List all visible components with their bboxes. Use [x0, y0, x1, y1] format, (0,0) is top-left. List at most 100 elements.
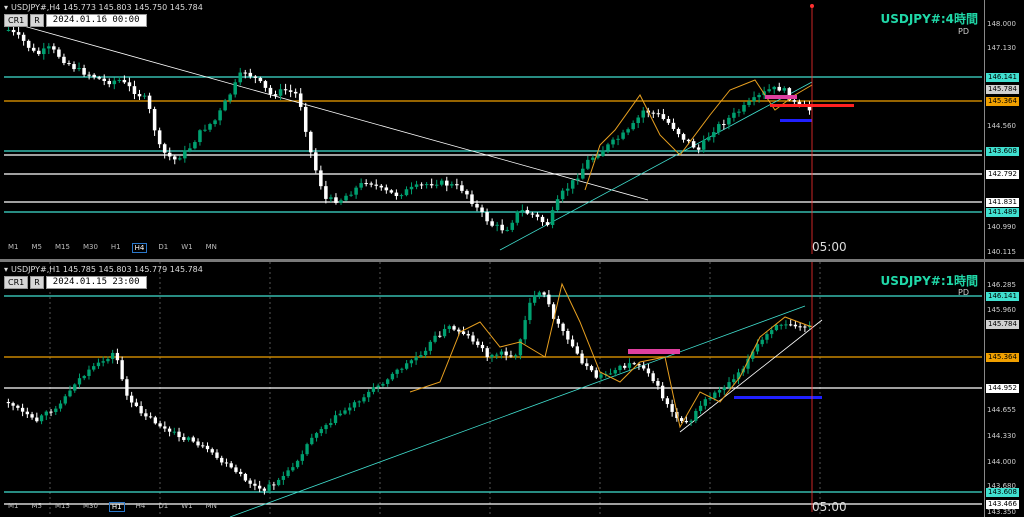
candle-body	[542, 292, 546, 295]
candle-body	[167, 428, 172, 432]
candle-body	[20, 407, 25, 412]
candle-body	[122, 79, 127, 83]
candle-body	[460, 185, 464, 191]
timeframe-m30[interactable]: M30	[81, 502, 100, 512]
candle-body	[273, 94, 278, 96]
timeframe-m1[interactable]: M1	[6, 243, 21, 253]
h1-subtitle: PD	[958, 288, 969, 297]
candle-body	[239, 471, 243, 474]
candle-body	[601, 150, 605, 156]
h1-date-field[interactable]: 2024.01.15 23:00	[45, 276, 147, 289]
candle-body	[243, 72, 248, 74]
timeframe-d1[interactable]: D1	[156, 502, 170, 512]
timeframe-h1[interactable]: H1	[109, 243, 123, 253]
candle-body	[566, 331, 570, 340]
candle-body	[257, 485, 262, 489]
candle-body	[395, 369, 399, 374]
timeframe-h4[interactable]: H4	[134, 502, 148, 512]
collapse-triangle-icon[interactable]: ▾	[4, 3, 8, 12]
candle-body	[253, 483, 257, 486]
candle-body	[671, 122, 676, 129]
candle-body	[621, 132, 625, 139]
h1-chart-panel[interactable]: ▾ USDJPY#,H1 145.785 145.803 145.779 145.…	[0, 262, 1024, 517]
candle-body	[77, 68, 81, 70]
candle-body	[423, 350, 428, 356]
candle-body	[684, 420, 689, 423]
candle-body	[127, 82, 132, 87]
cr1-button[interactable]: CR1	[4, 14, 29, 27]
timeframe-w1[interactable]: W1	[179, 243, 194, 253]
price-level-tag: 142.792	[986, 170, 1019, 179]
candle-body	[404, 363, 409, 369]
candle-body	[414, 356, 418, 361]
candle-body	[31, 47, 36, 51]
candle-body	[354, 187, 358, 195]
candle-body	[409, 186, 414, 190]
timeframe-m15[interactable]: M15	[53, 502, 72, 512]
candle-body	[339, 200, 343, 203]
r-button[interactable]: R	[30, 14, 44, 27]
r-button[interactable]: R	[30, 276, 44, 289]
price-level-tag: 141.489	[986, 208, 1019, 217]
candle-body	[500, 224, 504, 231]
h1-price-chart[interactable]	[0, 262, 1024, 517]
timeframe-w1[interactable]: W1	[179, 502, 194, 512]
cr1-button[interactable]: CR1	[4, 276, 29, 289]
candle-body	[35, 417, 39, 422]
candle-body	[309, 131, 313, 153]
candle-body	[510, 222, 515, 230]
h4-toolbar: CR1 R 2024.01.16 00:00	[4, 14, 147, 27]
timeframe-m30[interactable]: M30	[81, 243, 100, 253]
candle-body	[439, 180, 444, 185]
candle-body	[471, 335, 475, 342]
candle-body	[210, 449, 214, 453]
candle-body	[87, 74, 91, 76]
collapse-triangle-icon[interactable]: ▾	[4, 265, 8, 274]
timeframe-m1[interactable]: M1	[6, 502, 21, 512]
candle-body	[782, 88, 787, 91]
timeframe-mn[interactable]: MN	[204, 502, 219, 512]
candle-body	[485, 212, 489, 222]
h4-chart-panel[interactable]: ▾ USDJPY#,H4 145.773 145.803 145.750 145.…	[0, 0, 1024, 260]
candle-body	[344, 195, 348, 201]
timeframe-h1[interactable]: H1	[108, 502, 125, 512]
timeframe-m5[interactable]: M5	[30, 243, 45, 253]
candle-body	[547, 294, 551, 305]
candle-body	[314, 433, 319, 438]
candle-body	[646, 368, 651, 374]
candle-body	[295, 460, 300, 468]
candle-body	[324, 186, 328, 199]
candle-body	[457, 329, 461, 332]
candle-body	[465, 190, 469, 195]
candle-body	[238, 72, 243, 83]
candle-body	[470, 194, 474, 204]
h4-symbol-header: ▾ USDJPY#,H4 145.773 145.803 145.750 145.…	[4, 3, 203, 12]
candle-body	[514, 355, 518, 357]
h4-date-field[interactable]: 2024.01.16 00:00	[45, 14, 147, 27]
price-level-tag: 145.364	[986, 97, 1019, 106]
candle-body	[613, 370, 617, 374]
price-level-tag: 145.784	[986, 85, 1019, 94]
price-level-tag: 145.364	[986, 353, 1019, 362]
candle-body	[611, 139, 615, 145]
candle-body	[362, 397, 366, 402]
candle-body	[499, 351, 504, 355]
price-tick-label: 145.960	[987, 306, 1016, 314]
timeframe-h4[interactable]: H4	[131, 243, 148, 253]
timeframe-m5[interactable]: M5	[30, 502, 45, 512]
timeframe-d1[interactable]: D1	[156, 243, 170, 253]
candle-body	[36, 50, 41, 55]
candle-body	[300, 454, 304, 461]
h4-price-chart[interactable]	[0, 0, 1024, 260]
timeframe-m15[interactable]: M15	[53, 243, 72, 253]
price-level-tag: 146.141	[986, 292, 1019, 301]
blue-level	[734, 396, 822, 399]
timeframe-mn[interactable]: MN	[204, 243, 219, 253]
candle-body	[47, 46, 51, 49]
candle-body	[661, 114, 666, 119]
candle-body	[525, 210, 530, 214]
candle-body	[196, 441, 200, 446]
candle-body	[575, 178, 580, 181]
candle-body	[691, 141, 696, 148]
candle-body	[666, 118, 671, 123]
